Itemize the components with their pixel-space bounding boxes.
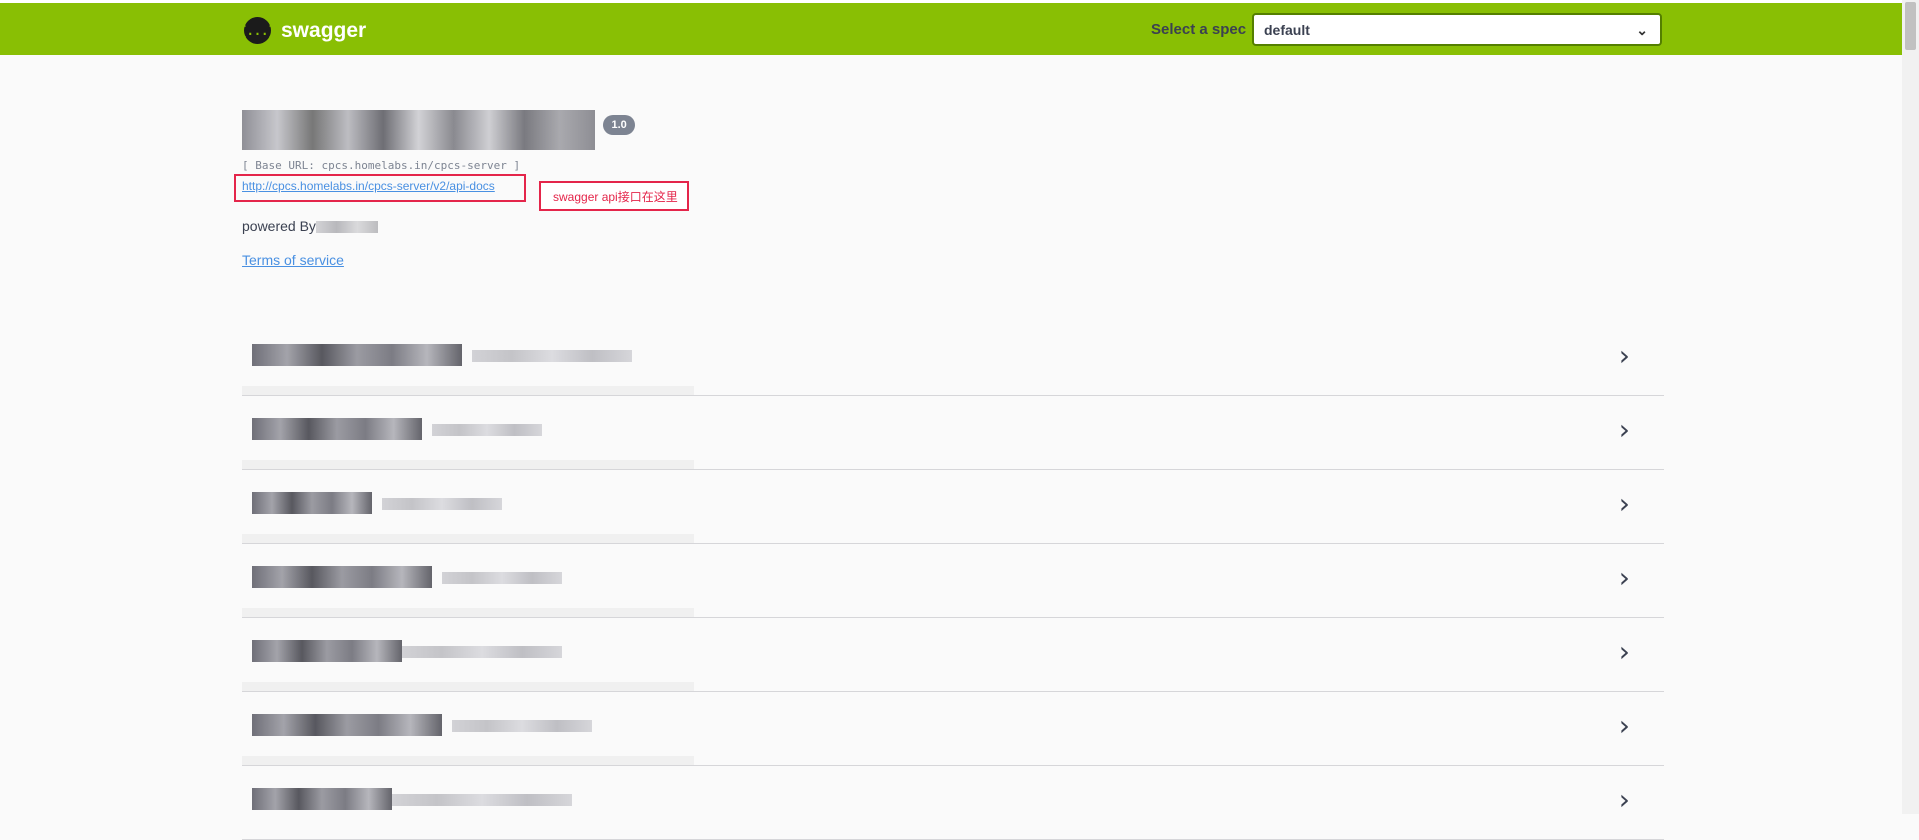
tag-desc-redacted bbox=[472, 350, 632, 362]
tag-shade bbox=[242, 460, 694, 469]
scrollbar-thumb[interactable] bbox=[1905, 2, 1916, 50]
tag-section[interactable]: › bbox=[242, 470, 1664, 544]
tag-desc-redacted bbox=[392, 794, 572, 806]
scrollbar[interactable] bbox=[1902, 0, 1919, 814]
base-url: [ Base URL: cpcs.homelabs.in/cpcs-server… bbox=[242, 159, 521, 172]
chevron-right-icon[interactable]: › bbox=[1619, 564, 1630, 592]
tag-section[interactable]: › bbox=[242, 544, 1664, 618]
api-info: 1.0 bbox=[242, 110, 635, 150]
tag-section[interactable]: › bbox=[242, 692, 1664, 766]
chevron-right-icon[interactable]: › bbox=[1619, 490, 1630, 518]
swagger-logo[interactable]: {...} swagger bbox=[239, 17, 367, 44]
tag-list: › › › › › › › bbox=[242, 322, 1664, 840]
tag-shade bbox=[242, 756, 694, 765]
api-docs-link[interactable]: http://cpcs.homelabs.in/cpcs-server/v2/a… bbox=[242, 179, 495, 193]
tag-shade bbox=[242, 608, 694, 617]
tag-name-redacted bbox=[252, 492, 372, 514]
tag-name-redacted bbox=[252, 344, 462, 366]
topbar: {...} swagger Select a spec default ⌄ bbox=[0, 0, 1902, 55]
tag-shade bbox=[242, 534, 694, 543]
tag-shade bbox=[242, 386, 694, 395]
powered-by-label: powered By bbox=[242, 218, 316, 234]
tag-shade bbox=[242, 682, 694, 691]
spec-selected-value: default bbox=[1264, 22, 1310, 38]
terms-of-service-link[interactable]: Terms of service bbox=[242, 252, 344, 268]
chevron-right-icon[interactable]: › bbox=[1619, 342, 1630, 370]
tag-section[interactable]: › bbox=[242, 766, 1664, 840]
tag-desc-redacted bbox=[432, 424, 542, 436]
spec-select[interactable]: default ⌄ bbox=[1252, 13, 1662, 46]
tag-section[interactable]: › bbox=[242, 396, 1664, 470]
chevron-right-icon[interactable]: › bbox=[1619, 712, 1630, 740]
chevron-right-icon[interactable]: › bbox=[1619, 638, 1630, 666]
tag-desc-redacted bbox=[382, 498, 502, 510]
powered-by: powered By bbox=[242, 218, 378, 234]
tag-name-redacted bbox=[252, 418, 422, 440]
tag-name-redacted bbox=[252, 714, 442, 736]
tag-desc-redacted bbox=[442, 572, 562, 584]
brand-name: swagger bbox=[281, 18, 367, 42]
chevron-down-icon: ⌄ bbox=[1636, 22, 1648, 38]
tag-name-redacted bbox=[252, 788, 392, 810]
tag-name-redacted bbox=[252, 566, 432, 588]
api-title-redacted bbox=[242, 110, 595, 150]
tag-desc-redacted bbox=[452, 720, 592, 732]
powered-by-redacted bbox=[315, 221, 378, 234]
tag-section[interactable]: › bbox=[242, 618, 1664, 692]
tag-name-redacted bbox=[252, 640, 402, 662]
annotation-text: swagger api接口在这里 bbox=[553, 190, 678, 204]
chevron-right-icon[interactable]: › bbox=[1619, 416, 1630, 444]
version-badge: 1.0 bbox=[603, 115, 635, 135]
tag-desc-redacted bbox=[402, 646, 562, 658]
chevron-right-icon[interactable]: › bbox=[1619, 786, 1630, 814]
spec-label: Select a spec bbox=[1151, 21, 1247, 38]
tag-section[interactable]: › bbox=[242, 322, 1664, 396]
swagger-logo-icon: {...} bbox=[239, 17, 276, 44]
